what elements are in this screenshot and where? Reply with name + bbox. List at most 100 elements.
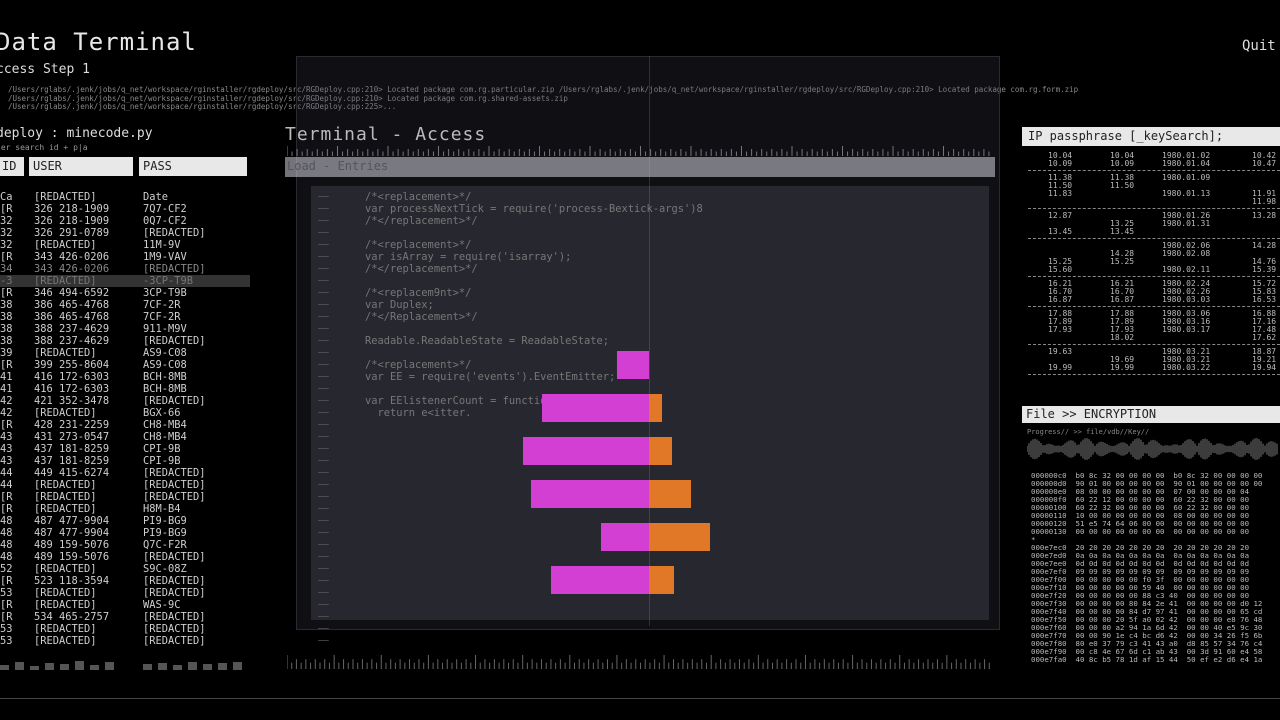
ip-row: 19.99 19.99 1980.03.22 19.94 — [1028, 364, 1280, 372]
ip-cell: 11.83 — [1048, 189, 1073, 198]
table-row[interactable]: 34 343 426-0206 [REDACTED] — [0, 263, 250, 275]
code-line: /*</replacement>*/ — [365, 263, 478, 275]
cell-user: [REDACTED] — [34, 623, 97, 635]
footer-bar — [218, 663, 227, 670]
table-row[interactable]: 41 416 172-6303 BCH-8MB — [0, 371, 250, 383]
table-row[interactable]: [R 346 494-6592 3CP-T9B — [0, 287, 250, 299]
table-row[interactable]: [R 343 426-0206 1M9-VAV — [0, 251, 250, 263]
quit-button[interactable]: Quit — [1242, 38, 1276, 54]
table-row[interactable]: [R 523 118-3594 [REDACTED] — [0, 575, 250, 587]
ip-row: 11.98 — [1028, 198, 1280, 206]
table-row[interactable]: 48 487 477-9904 PI9-BG9 — [0, 527, 250, 539]
step-label: ccess Step 1 — [0, 62, 90, 77]
table-row[interactable]: 41 416 172-6303 BCH-8MB — [0, 383, 250, 395]
table-row[interactable]: [R 399 255-8604 AS9-C08 — [0, 359, 250, 371]
table-row[interactable]: 48 489 159-5076 [REDACTED] — [0, 551, 250, 563]
table-row[interactable]: 38 388 237-4629 911-M9V — [0, 323, 250, 335]
table-row[interactable]: 53 [REDACTED] [REDACTED] — [0, 635, 250, 647]
table-row[interactable]: 53 [REDACTED] [REDACTED] — [0, 623, 250, 635]
footer-bar — [203, 664, 212, 670]
table-row[interactable]: 38 388 237-4629 [REDACTED] — [0, 335, 250, 347]
table-row[interactable]: Ca [REDACTED] Date — [0, 191, 250, 203]
ip-cell: 1980.03.22 — [1162, 363, 1211, 372]
cell-user: 489 159-5076 — [34, 551, 110, 563]
footer-bar — [233, 662, 242, 670]
cell-pass: [REDACTED] — [143, 227, 206, 239]
cell-pass: PI9-BG9 — [143, 527, 187, 539]
table-row[interactable]: [R [REDACTED] [REDACTED] — [0, 491, 250, 503]
ip-cell: 10.09 — [1110, 159, 1135, 168]
column-header-pass[interactable]: PASS — [139, 157, 247, 176]
table-row[interactable]: 42 421 352-3478 [REDACTED] — [0, 395, 250, 407]
ip-cell: 19.99 — [1110, 363, 1135, 372]
cell-id: 43 — [0, 431, 13, 443]
table-row[interactable]: [R [REDACTED] WAS-9C — [0, 599, 250, 611]
cell-pass: [REDACTED] — [143, 467, 206, 479]
ip-cell: 19.94 — [1252, 363, 1277, 372]
ip-cell: 13.45 — [1048, 227, 1073, 236]
bar-magenta — [523, 437, 649, 465]
cell-id: 53 — [0, 623, 13, 635]
cell-user: [REDACTED] — [34, 239, 97, 251]
cell-id: 41 — [0, 371, 13, 383]
table-row[interactable]: 48 489 159-5076 Q7C-F2R — [0, 539, 250, 551]
code-line: /*<replacement>*/ — [365, 191, 472, 203]
table-row[interactable]: 43 431 273-0547 CH8-MB4 — [0, 431, 250, 443]
table-row[interactable]: 32 326 218-1909 0Q7-CF2 — [0, 215, 250, 227]
table-row[interactable]: 44 [REDACTED] [REDACTED] — [0, 479, 250, 491]
entries-bar[interactable] — [285, 157, 995, 177]
ip-table: 10.04 10.04 1980.01.02 10.42 10.09 10.09 1980.… — [1028, 152, 1280, 378]
ip-cell: 1980.02.11 — [1162, 265, 1211, 274]
ip-cell: 19.99 — [1048, 363, 1073, 372]
footer-bar — [75, 661, 84, 670]
table-row[interactable]: 42 [REDACTED] BGX-66 — [0, 407, 250, 419]
table-row[interactable]: 39 [REDACTED] AS9-C08 — [0, 347, 250, 359]
ip-panel-title: IP passphrase [_keySearch]; — [1022, 127, 1280, 146]
cell-id: -3 — [0, 275, 13, 287]
cell-pass: [REDACTED] — [143, 575, 206, 587]
footer-bar — [173, 665, 182, 670]
table-row[interactable]: 52 [REDACTED] S9C-08Z — [0, 563, 250, 575]
cell-user: [REDACTED] — [34, 587, 97, 599]
table-row[interactable]: 43 437 181-8259 CPI-9B — [0, 443, 250, 455]
table-row[interactable]: 32 326 291-0789 [REDACTED] — [0, 227, 250, 239]
bar-magenta — [551, 566, 649, 594]
table-row[interactable]: [R 534 465-2757 [REDACTED] — [0, 611, 250, 623]
table-row[interactable]: [R 326 218-1909 7Q7-CF2 — [0, 203, 250, 215]
cell-pass: [REDACTED] — [143, 395, 206, 407]
cell-id: 32 — [0, 215, 13, 227]
ip-separator — [1028, 208, 1280, 209]
table-row[interactable]: [R 428 231-2259 CH8-MB4 — [0, 419, 250, 431]
cell-user: [REDACTED] — [34, 479, 97, 491]
footer-bar — [158, 663, 167, 670]
code-line: /*<replacem9nt>*/ — [365, 287, 472, 299]
cell-user: 388 237-4629 — [34, 323, 110, 335]
cell-user: [REDACTED] — [34, 503, 97, 515]
cell-pass: 1M9-VAV — [143, 251, 187, 263]
cell-id: 48 — [0, 527, 13, 539]
cell-user: [REDACTED] — [34, 599, 97, 611]
table-row[interactable]: -3 [REDACTED] -3CP-T9B — [0, 275, 250, 287]
bar-magenta — [531, 480, 649, 508]
table-row[interactable]: [R [REDACTED] H8M-B4 — [0, 503, 250, 515]
cell-id: 34 — [0, 263, 13, 275]
ip-cell: 10.47 — [1252, 159, 1277, 168]
cell-pass: Q7C-F2R — [143, 539, 187, 551]
table-row[interactable]: 44 449 415-6274 [REDACTED] — [0, 467, 250, 479]
ip-row: 18.02 17.62 — [1028, 334, 1280, 342]
table-row[interactable]: 53 [REDACTED] [REDACTED] — [0, 587, 250, 599]
table-row[interactable]: 43 437 181-8259 CPI-9B — [0, 455, 250, 467]
table-row[interactable]: 32 [REDACTED] 11M-9V — [0, 239, 250, 251]
column-header-id[interactable]: ID — [0, 157, 24, 176]
ip-cell: 16.87 — [1110, 295, 1135, 304]
cell-user: [REDACTED] — [34, 191, 97, 203]
cell-id: 43 — [0, 443, 13, 455]
table-row[interactable]: 38 386 465-4768 7CF-2R — [0, 311, 250, 323]
ip-cell: 15.39 — [1252, 265, 1277, 274]
cell-id: 32 — [0, 227, 13, 239]
table-row[interactable]: 48 487 477-9904 PI9-BG9 — [0, 515, 250, 527]
ip-cell: 1980.01.13 — [1162, 189, 1211, 198]
column-header-user[interactable]: USER — [29, 157, 133, 176]
table-row[interactable]: 38 386 465-4768 7CF-2R — [0, 299, 250, 311]
